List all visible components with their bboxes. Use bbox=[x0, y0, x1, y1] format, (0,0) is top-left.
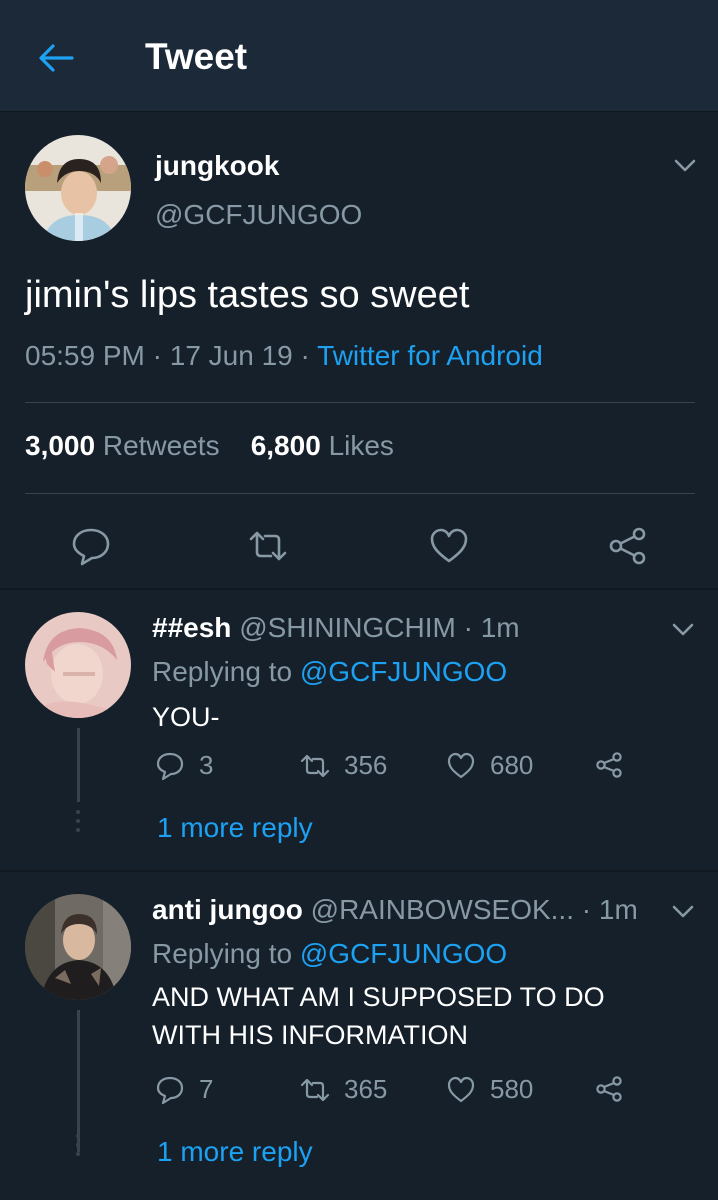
reply-icon bbox=[156, 752, 184, 780]
heart-icon bbox=[447, 1076, 475, 1102]
main-tweet: jungkook @GCFJUNGOO jimin's lips tastes … bbox=[0, 112, 718, 588]
replying-label: Replying to bbox=[152, 656, 293, 687]
tweet-date: 17 Jun 19 bbox=[169, 340, 293, 371]
like-button[interactable]: 680 bbox=[446, 750, 533, 781]
reply-icon bbox=[156, 1076, 184, 1104]
tweet-stats: 3,000 Retweets 6,800 Likes bbox=[25, 430, 394, 462]
reply-button[interactable]: 3 bbox=[155, 750, 213, 781]
replying-to-handle[interactable]: @GCFJUNGOO bbox=[300, 656, 507, 687]
share-button[interactable] bbox=[594, 1074, 638, 1104]
divider bbox=[25, 493, 695, 494]
tweet-source[interactable]: Twitter for Android bbox=[317, 340, 543, 371]
reply-author-name[interactable]: anti jungoo bbox=[152, 894, 303, 925]
retweet-button[interactable]: 356 bbox=[300, 750, 387, 781]
reply-button[interactable]: 7 bbox=[155, 1074, 213, 1105]
divider bbox=[25, 402, 695, 403]
reply-text-line: YOU- bbox=[152, 702, 220, 732]
heart-icon[interactable] bbox=[428, 525, 470, 567]
page-title: Tweet bbox=[145, 36, 248, 77]
like-count: 680 bbox=[490, 750, 534, 780]
retweet-count: 356 bbox=[344, 750, 388, 780]
more-replies-link[interactable]: 1 more reply bbox=[157, 812, 313, 844]
chevron-down-icon[interactable] bbox=[672, 152, 698, 178]
reply-author-handle[interactable]: @SHININGCHIM bbox=[239, 612, 456, 643]
reply-actions: 3 356 680 bbox=[0, 750, 718, 790]
reply-header: anti jungoo @RAINBOWSEOK... · 1m bbox=[152, 894, 638, 926]
reply-icon[interactable] bbox=[70, 525, 112, 567]
chevron-down-icon[interactable] bbox=[670, 616, 696, 642]
reply-count: 3 bbox=[199, 750, 214, 780]
retweets-count: 3,000 bbox=[25, 430, 96, 461]
reply-text-line: WITH HIS INFORMATION bbox=[152, 1020, 468, 1050]
reply-header: ##esh @SHININGCHIM · 1m bbox=[152, 612, 520, 644]
meta-dot: · bbox=[581, 894, 599, 925]
reply-actions: 7 365 580 bbox=[0, 1074, 718, 1114]
reply-tweet[interactable]: anti jungoo @RAINBOWSEOK... · 1m Replyin… bbox=[0, 872, 718, 1192]
more-replies-link[interactable]: 1 more reply bbox=[157, 1136, 313, 1168]
retweets-label: Retweets bbox=[102, 430, 220, 461]
retweet-icon bbox=[300, 754, 330, 777]
reply-count: 7 bbox=[199, 1074, 214, 1104]
reply-text: AND WHAT AM I SUPPOSED TO DO WITH HIS IN… bbox=[152, 978, 605, 1054]
like-count: 580 bbox=[490, 1074, 534, 1104]
author-handle[interactable]: @GCFJUNGOO bbox=[155, 199, 362, 231]
thread-dots bbox=[76, 1134, 81, 1161]
meta-dot: · bbox=[463, 612, 481, 643]
likes-stat[interactable]: 6,800 Likes bbox=[251, 430, 394, 461]
avatar-photo bbox=[25, 894, 131, 1000]
share-icon bbox=[596, 1076, 622, 1102]
like-button[interactable]: 580 bbox=[446, 1074, 533, 1105]
replying-label: Replying to bbox=[152, 938, 293, 969]
avatar-photo bbox=[25, 135, 131, 241]
arrow-left-icon bbox=[39, 44, 74, 72]
reply-text-line: AND WHAT AM I SUPPOSED TO DO bbox=[152, 982, 605, 1012]
replying-to: Replying to @GCFJUNGOO bbox=[152, 938, 507, 970]
likes-label: Likes bbox=[328, 430, 394, 461]
retweets-stat[interactable]: 3,000 Retweets bbox=[25, 430, 220, 461]
tweet-text: jimin's lips tastes so sweet bbox=[25, 274, 470, 316]
avatar[interactable] bbox=[25, 135, 131, 241]
top-bar: Tweet bbox=[0, 0, 718, 112]
author-name[interactable]: jungkook bbox=[155, 150, 279, 182]
reply-tweet[interactable]: ##esh @SHININGCHIM · 1m Replying to @GCF… bbox=[0, 590, 718, 870]
meta-dot: · bbox=[300, 340, 318, 371]
retweet-icon[interactable] bbox=[247, 525, 289, 567]
reply-text: YOU- bbox=[152, 698, 220, 736]
tweet-meta: 05:59 PM · 17 Jun 19 · Twitter for Andro… bbox=[25, 340, 543, 372]
retweet-button[interactable]: 365 bbox=[300, 1074, 387, 1105]
thread-dots bbox=[76, 810, 81, 837]
replying-to: Replying to @GCFJUNGOO bbox=[152, 656, 507, 688]
reply-author-name[interactable]: ##esh bbox=[152, 612, 231, 643]
avatar[interactable] bbox=[25, 894, 131, 1000]
meta-dot: · bbox=[152, 340, 170, 371]
retweet-icon bbox=[300, 1078, 330, 1101]
heart-icon bbox=[447, 752, 475, 778]
avatar-photo bbox=[25, 612, 131, 718]
reply-time: 1m bbox=[598, 894, 638, 925]
replying-to-handle[interactable]: @GCFJUNGOO bbox=[300, 938, 507, 969]
retweet-count: 365 bbox=[344, 1074, 388, 1104]
tweet-time: 05:59 PM bbox=[25, 340, 145, 371]
chevron-down-icon[interactable] bbox=[670, 898, 696, 924]
share-icon bbox=[596, 752, 622, 778]
share-icon[interactable] bbox=[607, 525, 649, 567]
tweet-actions bbox=[0, 517, 718, 577]
avatar[interactable] bbox=[25, 612, 131, 718]
share-button[interactable] bbox=[594, 750, 638, 780]
back-button[interactable] bbox=[36, 38, 76, 78]
reply-author-handle[interactable]: @RAINBOWSEOK... bbox=[311, 894, 574, 925]
likes-count: 6,800 bbox=[250, 430, 321, 461]
reply-time: 1m bbox=[480, 612, 520, 643]
